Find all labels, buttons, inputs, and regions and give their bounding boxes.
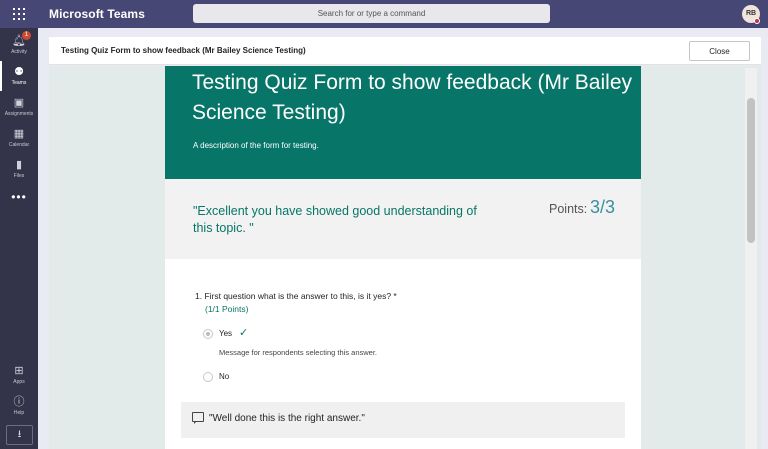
form-title: Testing Quiz Form to show feedback (Mr B… [192, 71, 632, 124]
scrollbar-thumb[interactable] [747, 98, 755, 243]
rail-item-apps[interactable]: ⊞ Apps [0, 360, 38, 390]
help-icon: ⓘ [13, 396, 25, 408]
rail-item-label: Calendar [8, 142, 30, 148]
overall-feedback-text: "Excellent you have showed good understa… [193, 204, 477, 235]
rail-item-help[interactable]: ⓘ Help [0, 391, 38, 421]
assignments-icon: ▣ [13, 97, 25, 109]
option-label: No [219, 372, 230, 381]
checkmark-icon: ✓ [239, 327, 249, 339]
bell-icon: 🔔︎ [12, 35, 26, 47]
form-description: A description of the form for testing. [193, 141, 319, 150]
activity-badge: 1 [22, 31, 31, 40]
app-title: Microsoft Teams [49, 7, 145, 21]
apps-icon: ⊞ [14, 365, 24, 377]
radio-button[interactable] [203, 372, 213, 382]
answer-feedback-text: "Well done this is the right answer." [209, 413, 365, 424]
option-message: Message for respondents selecting this a… [219, 348, 378, 357]
rail-item-label: Activity [11, 49, 27, 55]
rail-item-teams[interactable]: ⚉ Teams [0, 61, 38, 91]
points-label: Points: [549, 202, 588, 216]
form-header: Testing Quiz Form to show feedback (Mr B… [165, 66, 641, 179]
rail-item-activity[interactable]: 🔔︎ Activity 1 [0, 30, 38, 60]
form-card: Testing Quiz Form to show feedback (Mr B… [165, 66, 641, 449]
rail-item-assignments[interactable]: ▣ Assignments [0, 92, 38, 122]
calendar-icon: ▦ [13, 128, 25, 140]
radio-button[interactable] [203, 329, 213, 339]
option-label: Yes [219, 329, 233, 338]
files-icon: ▮ [15, 159, 23, 171]
form-viewer-header: Testing Quiz Form to show feedback (Mr B… [49, 37, 761, 65]
teams-icon: ⚉ [14, 66, 24, 78]
rail-item-label: Assignments [4, 111, 34, 117]
download-app-button[interactable]: ⭳ [6, 425, 33, 445]
question-text: 1. First question what is the answer to … [195, 291, 397, 301]
rail-item-label: Teams [11, 80, 27, 86]
app-rail: 🔔︎ Activity 1 ⚉ Teams ▣ Assignments ▦ Ca… [0, 28, 38, 449]
rail-item-files[interactable]: ▮ Files [0, 154, 38, 184]
page-title: Testing Quiz Form to show feedback (Mr B… [61, 46, 306, 55]
app-launcher-icon[interactable] [13, 8, 25, 20]
more-apps-button[interactable]: ••• [0, 190, 38, 204]
search-input[interactable]: Search for or type a command [193, 4, 550, 23]
rail-item-calendar[interactable]: ▦ Calendar [0, 123, 38, 153]
close-button[interactable]: Close [689, 41, 750, 61]
rail-item-label: Help [13, 410, 25, 416]
answer-feedback-panel: "Well done this is the right answer." [181, 402, 625, 438]
rail-item-label: Apps [13, 379, 25, 385]
question-points: (1/1 Points) [205, 304, 249, 314]
active-indicator [0, 61, 2, 91]
status-dot-icon [754, 18, 760, 24]
title-bar: Microsoft Teams Search for or type a com… [0, 0, 768, 28]
comment-icon [192, 412, 204, 424]
download-icon: ⭳ [17, 429, 22, 440]
rail-item-label: Files [13, 173, 25, 179]
points-value: 3/3 [590, 197, 616, 217]
overall-feedback-panel: "Excellent you have showed good understa… [165, 179, 641, 259]
